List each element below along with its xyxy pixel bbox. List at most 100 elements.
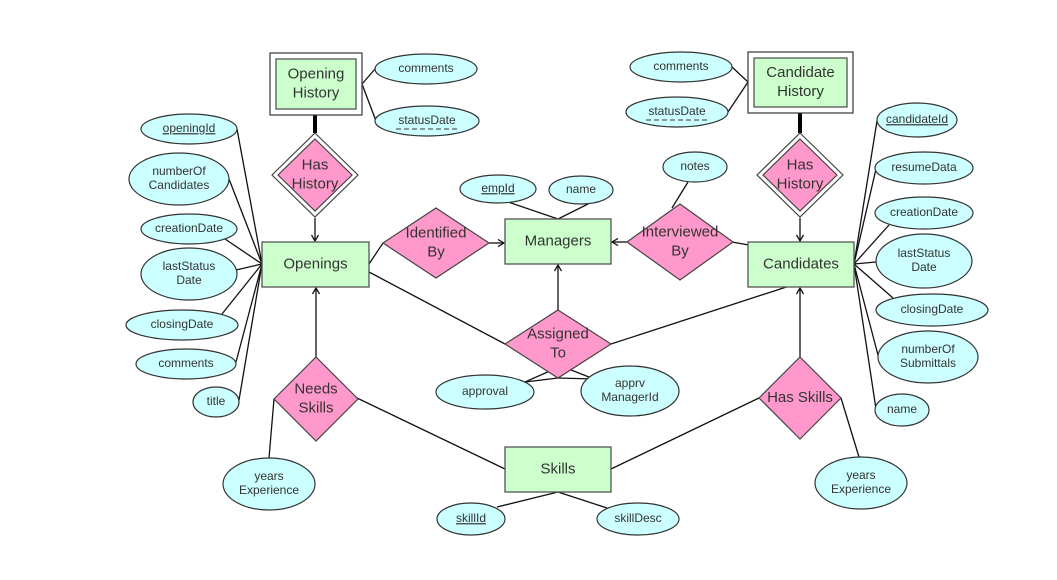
attribute-ca-name[interactable]: name [874,393,930,427]
label-line: name [887,402,917,416]
label-line: Submittals [900,356,956,370]
attribute-op-laststatus[interactable]: lastStatusDate [140,247,238,301]
attribute-link-ca_resume [853,168,877,265]
label-line: numberOf [901,342,955,356]
label-line: Identified [406,224,467,241]
attribute-link-ch_statusdate [727,81,749,113]
relationship-has-skills[interactable]: Has Skills [758,356,842,440]
label-line: To [550,344,566,361]
label-line: empId [481,181,514,195]
attribute-op-comments[interactable]: comments [135,348,237,380]
label-line: apprv [615,376,645,390]
label-line: History [777,175,824,192]
label-line: Assigned [527,325,589,342]
label-line: Experience [831,482,891,496]
label-line: lastStatus [163,259,216,273]
entity-candidates[interactable]: Candidates [747,241,855,288]
label-line: Candidate [766,64,834,81]
attribute-op-numcand[interactable]: numberOfCandidates [128,152,230,206]
attribute-mg-name[interactable]: name [548,175,614,205]
label-line: closingDate [151,317,214,331]
attribute-link-op_comments [235,263,263,363]
attribute-op-closing[interactable]: closingDate [125,309,239,341]
attribute-at-approval[interactable]: approval [435,374,535,410]
attribute-ca-candid[interactable]: candidateId [876,102,958,138]
attribute-hs-years[interactable]: yearsExperience [814,456,908,510]
label-line: Managers [525,232,592,249]
label-line: Candidates [763,255,839,272]
label-line: By [671,242,689,259]
label-line: History [292,175,339,192]
relationship-needs-skills[interactable]: Needs Skills [273,356,359,442]
attribute-link-op_openingid [236,128,263,265]
label-line: Experience [239,483,299,497]
connection-openings-identified_by [368,242,384,265]
attribute-link-op_numcand [228,178,263,265]
entity-opening-history[interactable]: Opening History [269,52,363,116]
attribute-link-ns_years [268,398,275,459]
attribute-ch-statusdate[interactable]: statusDate [625,96,729,128]
attribute-oh-statusdate[interactable]: statusDate [374,105,480,137]
attribute-link-mg_empid [507,201,559,220]
label-line: lastStatus [898,246,951,260]
label-line: closingDate [901,302,964,316]
entity-openings[interactable]: Openings [261,241,370,288]
label-line: years [254,469,283,483]
attribute-mg-empid[interactable]: empId [459,174,537,204]
label-line: creationDate [890,205,958,219]
entity-managers[interactable]: Managers [504,218,612,265]
label-line: ManagerId [601,390,658,404]
label-line: openingId [163,121,216,135]
attribute-link-oh_comments [361,68,376,85]
label-line: Has [302,156,329,173]
attribute-ch-comments[interactable]: comments [629,51,733,83]
label-line: By [427,243,445,260]
attribute-ca-creation[interactable]: creationDate [874,196,974,230]
label-line: approval [462,384,508,398]
attribute-ca-numsub[interactable]: numberOfSubmittals [877,330,979,384]
label-line: name [566,182,596,196]
label-line: Skills [298,399,333,416]
attribute-oh-comments[interactable]: comments [374,53,478,85]
attribute-link-mg_name [557,203,589,220]
relationship-has-history-candidates[interactable]: Has History [756,132,844,218]
label-line: years [846,468,875,482]
label-line: skillDesc [614,511,661,525]
attribute-ca-resume[interactable]: resumeData [874,151,974,185]
attribute-ca-closing[interactable]: closingDate [875,293,989,327]
attribute-sk-skillid[interactable]: skillId [436,502,506,536]
label-line: resumeData [891,160,957,174]
entity-candidate-history[interactable]: Candidate History [747,51,854,114]
attribute-link-sk_desc [557,491,608,509]
label-line: creationDate [155,221,223,235]
label-line: Openings [283,255,347,272]
relationship-interviewed-by[interactable]: Interviewed By [625,203,735,281]
attribute-op-title[interactable]: title [192,386,240,418]
attribute-op-openingid[interactable]: openingId [140,113,238,145]
attribute-ns-years[interactable]: yearsExperience [222,457,316,511]
attribute-op-creation[interactable]: creationDate [140,213,238,245]
attribute-at-apprv[interactable]: apprvManagerId [580,365,680,417]
attribute-ib-notes[interactable]: notes [662,151,728,183]
relationship-identified-by[interactable]: Identified By [381,207,491,279]
label-line: Interviewed [642,223,719,240]
label-line: statusDate [398,113,456,127]
relationship-has-history-openings[interactable]: Has History [271,132,359,218]
label-line: Skills [540,460,575,477]
attribute-ca-laststatus[interactable]: lastStatusDate [875,233,973,289]
label-line: Has [787,156,814,173]
attribute-sk-desc[interactable]: skillDesc [596,502,680,536]
label-line: numberOf [152,164,206,178]
label-line: Opening [288,65,345,82]
label-line: Candidates [149,178,210,192]
attribute-link-sk_skillid [496,491,559,508]
label-line: Has Skills [767,389,833,406]
relationship-assigned-to[interactable]: Assigned To [503,309,613,379]
er-diagram: Opening History Candidate History Openings Ma… [125,51,989,536]
label-line: comments [653,59,708,73]
attribute-link-ca_laststatus [853,261,877,265]
label-line: statusDate [648,104,706,118]
label-line: Needs [294,380,337,397]
label-line: candidateId [886,112,948,126]
entity-skills[interactable]: Skills [504,446,612,493]
